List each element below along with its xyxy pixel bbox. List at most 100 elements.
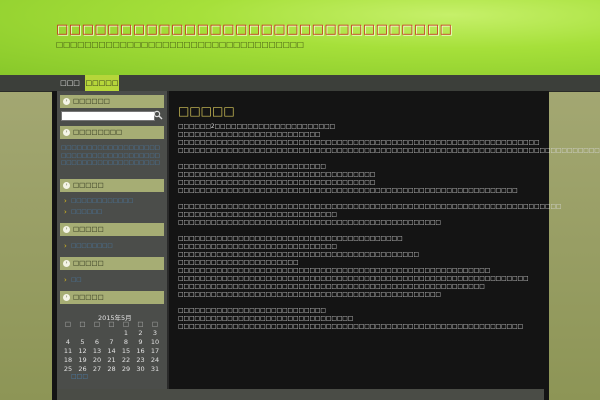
calendar-day: 14	[107, 347, 116, 355]
calendar-day: 2	[138, 329, 143, 337]
chevron-right-icon: ›	[64, 197, 67, 205]
nav-item-current[interactable]: □□□□□	[85, 75, 119, 91]
nav-item-home[interactable]: □□□	[56, 75, 84, 91]
calendar-day: 11	[63, 347, 73, 355]
widget-title: □□□□□□□□	[73, 128, 123, 136]
chevron-right-icon: ›	[64, 276, 67, 284]
calendar-day: 19	[78, 356, 87, 364]
calendar-day: 18	[63, 356, 73, 364]
widget-title: □□□□□	[73, 181, 104, 189]
widget-title: □□□□□	[73, 293, 104, 301]
arrow-bullet-icon: ›	[63, 98, 70, 105]
post-line: □□□□□□□□□□□□□□□□□□□□□□□□□□□	[178, 164, 326, 170]
calendar-day: 17	[150, 347, 160, 355]
right-background	[549, 92, 600, 400]
calendar-weekday: □	[64, 320, 72, 328]
post-line: □□□□□□2□□□□□□□□□□□□□□□□□□□□□□	[178, 124, 336, 130]
post-line: □□□□□□□□□□□□□□□□□□□□□□□□□□□□□□□□□□□□	[178, 172, 376, 178]
main-nav: □□□ □□□□□	[0, 75, 600, 92]
calendar-day: 16	[136, 347, 145, 355]
arrow-bullet-icon: ›	[63, 182, 70, 189]
calendar-day: 10	[150, 338, 160, 346]
post-line: □□□□□□□□□□□□□□□□□□□□□□□□□□□□□□□□□□□□□□□□…	[178, 268, 491, 274]
calendar-week: 18 19 20 21 22 23 24	[61, 356, 163, 365]
sidebar-divider	[167, 91, 169, 389]
chevron-right-icon: ›	[64, 242, 67, 250]
calendar-day: 22	[121, 356, 131, 364]
news-link-text[interactable]: □□□□□□□□□□□□□□□□□□□□□□□□□□□□□□□□□□□□□□□□…	[61, 145, 163, 168]
post-line: □□□□□□□□□□□□□□□□□□□□□□□□□□□□□□□□	[178, 316, 354, 322]
post-line: □□□□□□□□□□□□□□□□□□□□□□□□□□□□□□□□□□□□□□□□…	[178, 220, 441, 226]
calendar-day: 5	[80, 338, 85, 346]
post-title[interactable]: □□□□□	[178, 104, 235, 118]
post-line: □□□□□□□□□□□□□□□□□□□□□□□□□□□□□□□□□□□□□□□□…	[178, 252, 419, 258]
widget-header-news: › □□□□□□□□	[60, 126, 164, 139]
calendar-day: 8	[123, 338, 129, 346]
calendar-day: 28	[107, 365, 116, 373]
calendar-week: 4 5 6 7 8 9 10	[61, 338, 163, 347]
calendar-day: 24	[150, 356, 160, 364]
sidebar-link[interactable]: □□	[71, 277, 81, 284]
calendar-day: 31	[150, 365, 160, 373]
calendar-day: 29	[121, 365, 131, 373]
footer-bar	[57, 389, 544, 400]
sidebar-link[interactable]: □□□□□□	[71, 209, 102, 216]
widget-title: □□□□□	[73, 259, 104, 267]
calendar-prev-link[interactable]: □□□	[71, 373, 88, 380]
calendar-day: 9	[138, 338, 143, 346]
post-line: □□□□□□□□□□□□□□□□□□□□□□□□□□□□□	[178, 212, 337, 218]
post-line: □□□□□□□□□□□□□□□□□□□□□□□□□□	[178, 132, 321, 138]
post-line: □□□□□□□□□□□□□□□□□□□□□□□□□□□□□□□□□□□□□□□□…	[178, 324, 524, 330]
calendar-weekday: □	[137, 320, 144, 328]
calendar-day: 15	[121, 347, 131, 355]
calendar-day: 6	[94, 338, 100, 346]
calendar-week: 11 12 13 14 15 16 17	[61, 347, 163, 356]
widget-title: □□□□□□	[73, 97, 110, 105]
calendar-day: 7	[109, 338, 114, 346]
site-header: □□□□□□□□□□□□□□□□□□□□□□□□□□□□□□□ □□□□□□□□…	[0, 0, 600, 75]
widget-header-archives: › □□□□□	[60, 223, 164, 236]
widget-title: □□□□□	[73, 225, 104, 233]
sidebar-link[interactable]: □□□□□□□□□□□□	[71, 198, 133, 205]
left-background	[0, 92, 52, 400]
arrow-bullet-icon: ›	[63, 226, 70, 233]
calendar-day: 12	[78, 347, 87, 355]
widget-header-search: › □□□□□□	[60, 95, 164, 108]
site-tagline: □□□□□□□□□□□□□□□□□□□□□□□□□□□□□□□□□□□	[56, 40, 305, 49]
calendar-day: 23	[136, 356, 145, 364]
widget-header-calendar: › □□□□□	[60, 291, 164, 304]
calendar-day: 4	[65, 338, 71, 346]
calendar-weekday: □	[93, 320, 101, 328]
calendar-day: 1	[123, 329, 129, 337]
calendar-day: 27	[92, 365, 102, 373]
search-icon[interactable]	[153, 110, 163, 120]
post-line: □□□□□□□□□□□□□□□□□□□□□□□□□□□□□□□□□□□□□□□□…	[178, 148, 600, 154]
sidebar-link[interactable]: □□□□□□□□	[71, 243, 113, 250]
post-line: □□□□□□□□□□□□□□□□□□□□□□□□□□□	[178, 308, 326, 314]
calendar-weekday: □	[79, 320, 86, 328]
widget-header-recent: › □□□□□	[60, 179, 164, 192]
calendar-weekday-row: □ □ □ □ □ □ □	[61, 320, 163, 329]
arrow-bullet-icon: ›	[63, 260, 70, 267]
calendar-day: 21	[107, 356, 116, 364]
post-line: □□□□□□□□□□□□□□□□□□□□□□□□□□□□□□□□□□□□□□□□…	[178, 140, 540, 146]
chevron-right-icon: ›	[64, 208, 67, 216]
post-line: □□□□□□□□□□□□□□□□□□□□□□□□□□□□□□□□□□□□	[178, 180, 376, 186]
post-line: □□□□□□□□□□□□□□□□□□□□□□□□□□□□□□□□□□□□□□□□…	[178, 284, 485, 290]
arrow-bullet-icon: ›	[63, 129, 70, 136]
calendar-day: 30	[136, 365, 145, 373]
post-line: □□□□□□□□□□□□□□□□□□□□□□□□□□□□□□□□□□□□□□□□…	[178, 292, 441, 298]
search-input[interactable]	[61, 111, 155, 121]
calendar-day: 3	[152, 329, 158, 337]
post-line: □□□□□□□□□□□□□□□□□□□□□□□□□□□□□□□□□□□□□□□□…	[178, 188, 518, 194]
calendar-weekday: □	[151, 320, 159, 328]
site-title[interactable]: □□□□□□□□□□□□□□□□□□□□□□□□□□□□□□□	[56, 22, 452, 37]
post-line: □□□□□□□□□□□□□□□□□□□□□□□□□□□□□□□□□□□□□□□□…	[178, 236, 403, 242]
post-line: □□□□□□□□□□□□□□□□□□□□□□□□□□□□□□□□□□□□□□□□…	[178, 276, 529, 282]
calendar-day: 13	[92, 347, 102, 355]
post-line: □□□□□□□□□□□□□□□□□□□□□□□□□□□□□	[178, 244, 337, 250]
calendar-weekday: □	[108, 320, 115, 328]
arrow-bullet-icon: ›	[63, 294, 70, 301]
post-line: □□□□□□□□□□□□□□□□□□□□□□	[178, 260, 299, 266]
calendar-day: 20	[92, 356, 102, 364]
